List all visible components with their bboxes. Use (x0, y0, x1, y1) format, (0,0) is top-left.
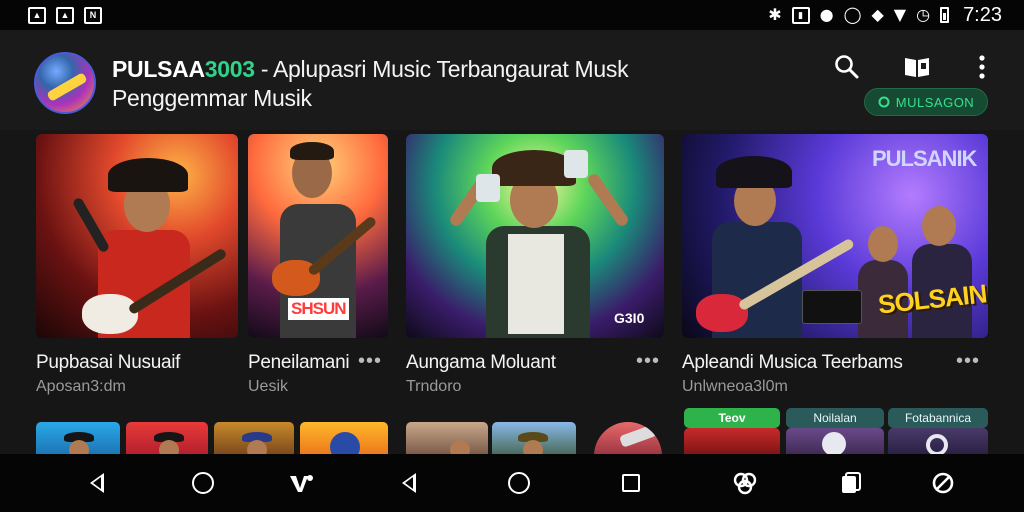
back-icon (90, 473, 104, 493)
more-options-button[interactable] (967, 52, 997, 82)
back-icon (402, 473, 416, 493)
book-icon (905, 58, 929, 77)
wifi-icon: ▼ (893, 5, 907, 24)
card-subtitle: Trndoro (406, 378, 462, 395)
bluetooth-icon: ✱ (768, 5, 782, 24)
mini-card[interactable] (300, 422, 388, 454)
mini-card[interactable] (594, 422, 662, 454)
card-thumbnail[interactable] (36, 134, 238, 338)
brand-number: 3003 (204, 56, 255, 82)
sync-button[interactable] (928, 468, 958, 498)
page-title: PULSAA3003 - Aplupasri Music Terbangaura… (112, 55, 672, 113)
card-more-button[interactable]: ••• (636, 351, 660, 371)
thumb-badge: G3I0 (614, 310, 645, 326)
mini-card[interactable] (214, 422, 294, 454)
card-subtitle: Aposan3:dm (36, 378, 126, 395)
chip[interactable]: Teov (684, 408, 780, 428)
app-icon (290, 475, 313, 492)
search-button[interactable] (832, 52, 862, 82)
navigation-bar (0, 454, 1024, 512)
gallery-icon: ▲ (56, 6, 74, 24)
chip[interactable]: Fotabannica (888, 408, 988, 428)
card-thumbnail[interactable]: G3I0 (406, 134, 664, 338)
badge-button[interactable]: MULSAGON (864, 88, 988, 116)
brand-name: PULSAA (112, 56, 205, 82)
chip[interactable]: Noilalan (786, 408, 884, 428)
alarm-clock-icon: ◷ (916, 5, 931, 24)
card-subtitle: Unlwneoa3l0m (682, 378, 788, 395)
status-left: ▲ ▲ N (28, 6, 102, 24)
clock: 7:23 (963, 3, 1002, 26)
card-title: Apleandi Musica Teerbams (682, 352, 903, 373)
card-title: Pupbasai Nusuaif (36, 352, 181, 373)
badge-label: MULSAGON (895, 94, 975, 110)
card-subtitle: Uesik (248, 378, 289, 395)
location-icon: ● (819, 5, 834, 24)
nfc-icon: N (84, 6, 102, 24)
card-more-button[interactable]: ••• (956, 351, 980, 371)
copy-icon (842, 472, 861, 493)
refresh-icon (878, 96, 890, 108)
copy-button[interactable] (836, 468, 866, 498)
recents-icon (622, 474, 640, 492)
back-button[interactable] (82, 468, 112, 498)
mini-card[interactable] (786, 428, 884, 454)
thumb-badge: SHSUN (288, 298, 349, 320)
search-icon (835, 55, 859, 79)
home-icon (508, 472, 530, 494)
mini-card[interactable] (888, 428, 988, 454)
home-button[interactable] (504, 468, 534, 498)
mini-card[interactable] (126, 422, 208, 454)
sync-icon (932, 472, 954, 494)
status-right: ✱ ▮ ● ◯ ◆ ▼ ◷ 7:23 (768, 4, 1002, 27)
alarm-icon: ◯ (843, 5, 862, 24)
mini-card[interactable] (406, 422, 488, 454)
library-button[interactable] (902, 52, 932, 82)
more-vert-icon (979, 55, 985, 79)
assistant-icon (733, 472, 757, 495)
card-thumbnail[interactable]: PULSANIK SOLSAIN (682, 134, 988, 338)
data-icon: ◆ (871, 5, 884, 24)
app-button[interactable] (286, 468, 316, 498)
mini-card[interactable] (684, 428, 780, 454)
recents-button[interactable] (616, 468, 646, 498)
thumb-overlay-text: PULSANIK (872, 146, 977, 171)
card-title: Aungama Moluant (406, 352, 556, 373)
card-thumbnail[interactable]: SHSUN (248, 134, 388, 338)
app-header: PULSAA3003 - Aplupasri Music Terbangaura… (0, 30, 1024, 130)
card-more-button[interactable]: ••• (358, 351, 382, 371)
home-icon (192, 472, 214, 494)
status-bar: ▲ ▲ N ✱ ▮ ● ◯ ◆ ▼ ◷ 7:23 (0, 0, 1024, 30)
assistant-button[interactable] (730, 468, 760, 498)
mini-card[interactable] (492, 422, 576, 454)
mini-card[interactable] (36, 422, 120, 454)
vibrate-icon: ▮ (791, 6, 810, 24)
home-button[interactable] (188, 468, 218, 498)
back-button[interactable] (394, 468, 424, 498)
image-icon: ▲ (28, 6, 46, 24)
battery-icon (940, 7, 950, 23)
avatar[interactable] (34, 52, 96, 114)
featured-cards: Pupbasai Nusuaif Aposan3:dm SHSUN Peneil… (0, 130, 1024, 410)
card-title: Peneilamani (248, 352, 350, 373)
